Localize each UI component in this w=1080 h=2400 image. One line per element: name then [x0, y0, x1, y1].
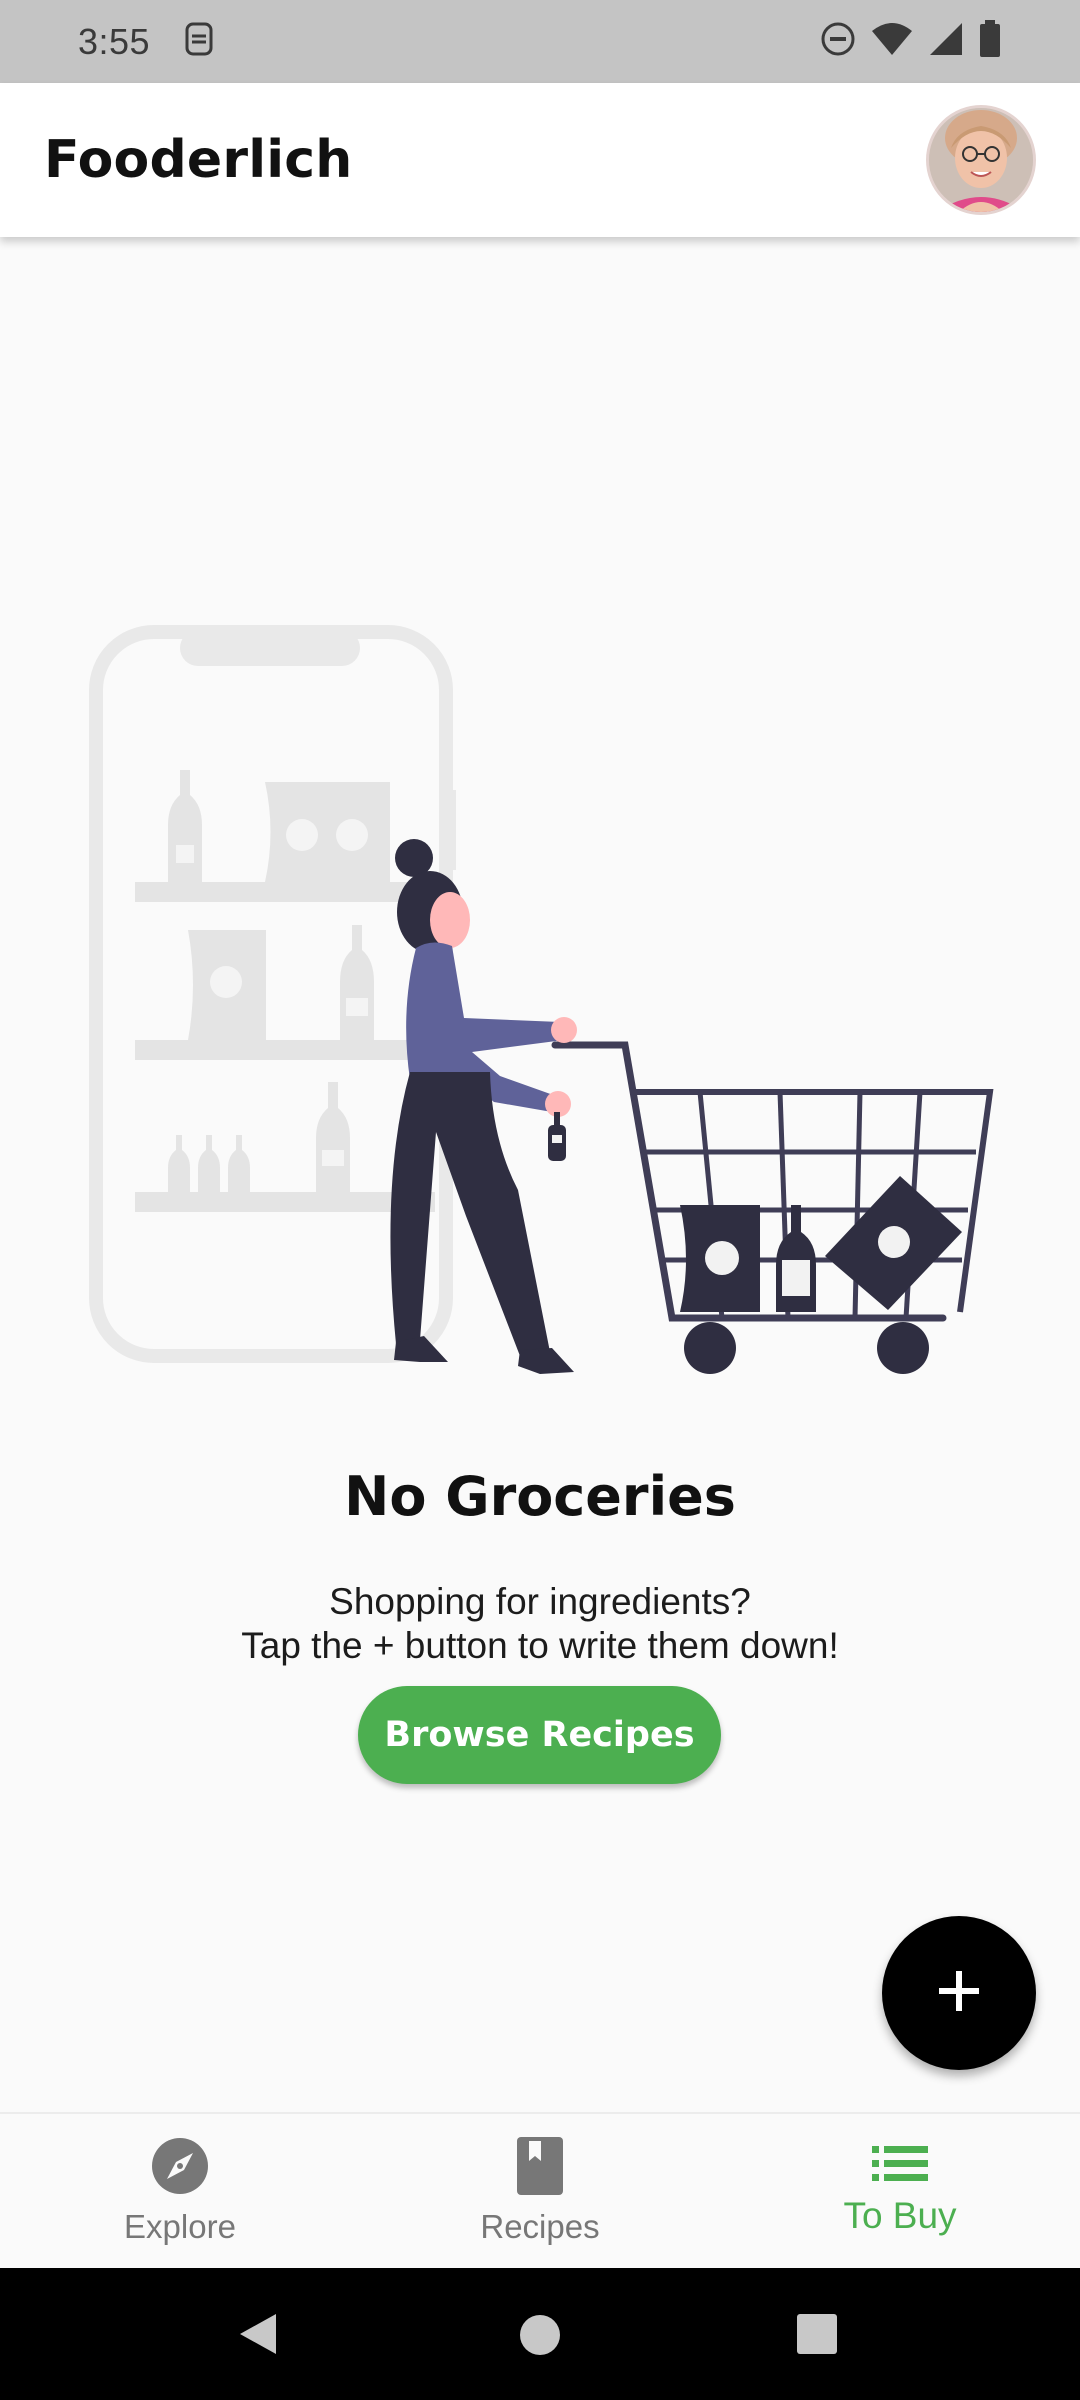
- browse-recipes-button[interactable]: Browse Recipes: [358, 1686, 721, 1784]
- empty-state-title: No Groceries: [344, 1465, 736, 1528]
- recents-icon[interactable]: [797, 2314, 837, 2359]
- status-time: 3:55: [78, 20, 151, 62]
- nav-item-recipes[interactable]: Recipes: [360, 2114, 720, 2268]
- system-navigation-bar: [0, 2268, 1080, 2400]
- nav-label-recipes: Recipes: [480, 2207, 600, 2245]
- nav-item-to-buy[interactable]: To Buy: [720, 2114, 1080, 2268]
- shopping-cart-illustration: [80, 620, 1000, 1395]
- app-bar: Fooderlich: [0, 83, 1080, 237]
- signal-icon: [928, 21, 964, 62]
- book-icon: [517, 2136, 563, 2200]
- status-bar: 3:55: [0, 0, 1080, 83]
- nav-label-explore: Explore: [124, 2207, 236, 2245]
- sim-icon: [184, 21, 214, 62]
- list-icon: [872, 2145, 928, 2187]
- wifi-icon: [870, 21, 914, 62]
- compass-icon: [151, 2137, 209, 2200]
- home-icon[interactable]: [519, 2314, 561, 2361]
- bottom-navigation: Explore Recipes To Buy: [0, 2112, 1080, 2268]
- plus-icon: [937, 1969, 981, 2018]
- empty-state-message-line-2: Tap the + button to write them down!: [241, 1625, 839, 1666]
- avatar[interactable]: [926, 105, 1036, 215]
- empty-state-message-line-1: Shopping for ingredients?: [329, 1581, 751, 1622]
- back-icon[interactable]: [238, 2312, 278, 2361]
- nav-label-to-buy: To Buy: [843, 2194, 957, 2236]
- do-not-disturb-icon: [820, 21, 856, 62]
- battery-icon: [978, 20, 1002, 63]
- nav-item-explore[interactable]: Explore: [0, 2114, 360, 2268]
- add-item-button[interactable]: [882, 1916, 1036, 2070]
- app-title: Fooderlich: [44, 130, 353, 190]
